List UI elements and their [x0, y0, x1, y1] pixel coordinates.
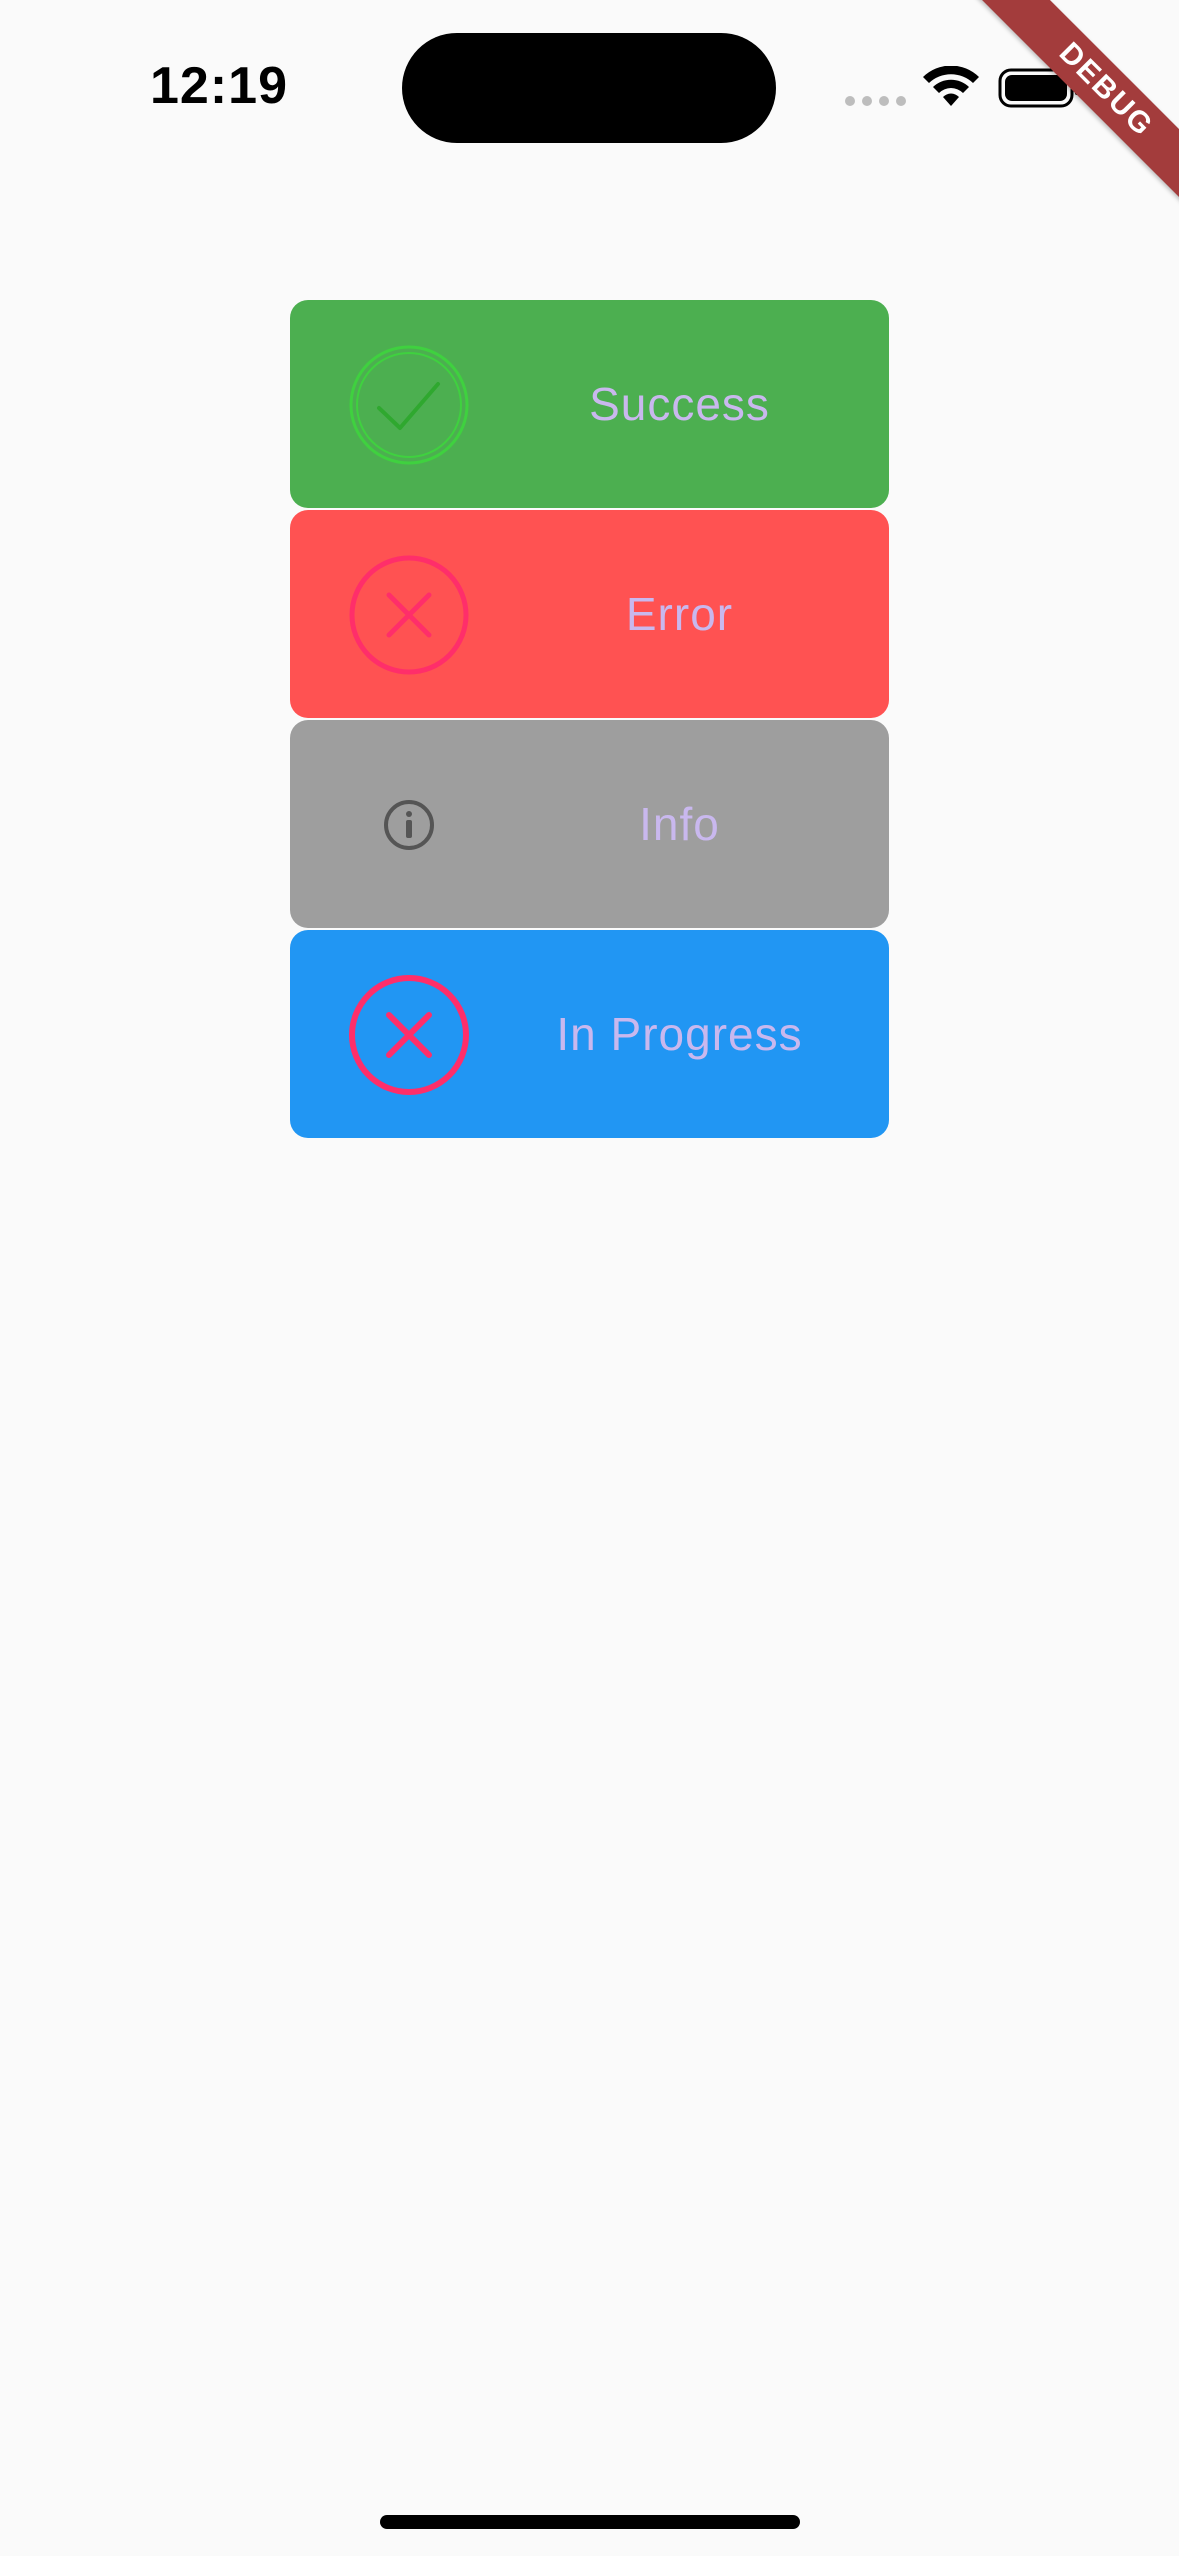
info-card[interactable]: Info	[290, 720, 889, 928]
error-label: Error	[625, 588, 734, 640]
status-time: 12:19	[150, 57, 288, 115]
success-card[interactable]: Success	[290, 300, 889, 508]
dynamic-island	[402, 33, 776, 143]
status-card-list: Success Error Info In Progress	[290, 300, 889, 1140]
debug-banner: DEBUG	[972, 0, 1179, 224]
info-circle-icon	[348, 764, 470, 886]
in-progress-label: In Progress	[556, 1008, 803, 1060]
info-label: Info	[639, 798, 720, 850]
cellular-signal-icon	[845, 96, 906, 106]
error-card[interactable]: Error	[290, 510, 889, 718]
success-label: Success	[589, 378, 770, 430]
check-circle-icon	[348, 344, 470, 466]
home-indicator[interactable]	[380, 2515, 800, 2529]
x-circle-icon	[348, 974, 470, 1096]
in-progress-card[interactable]: In Progress	[290, 930, 889, 1138]
wifi-icon	[923, 66, 979, 106]
x-circle-icon	[348, 554, 470, 676]
